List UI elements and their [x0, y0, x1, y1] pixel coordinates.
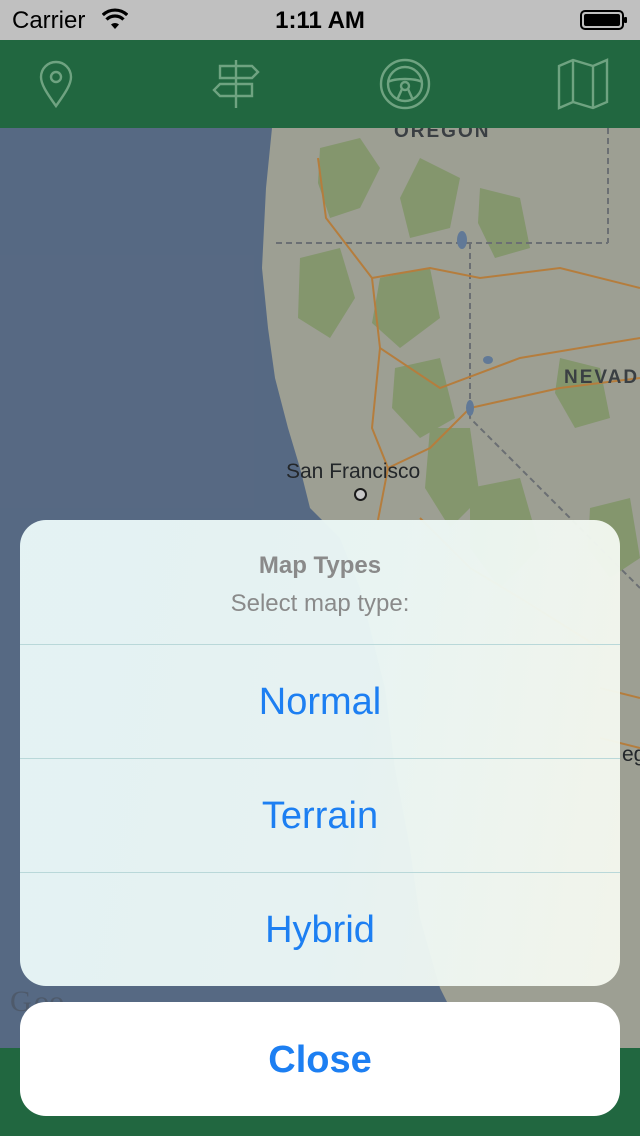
map-type-action-sheet: Map Types Select map type: Normal Terrai…: [20, 520, 620, 986]
option-hybrid-button[interactable]: Hybrid: [20, 873, 620, 986]
action-sheet-message: Select map type:: [230, 590, 410, 617]
option-terrain-button[interactable]: Terrain: [20, 759, 620, 873]
option-normal-button[interactable]: Normal: [20, 645, 620, 759]
action-sheet-title: Map Types: [258, 552, 382, 579]
action-sheet-header: Map Types Select map type:: [20, 520, 620, 645]
close-button[interactable]: Close: [20, 1002, 620, 1116]
